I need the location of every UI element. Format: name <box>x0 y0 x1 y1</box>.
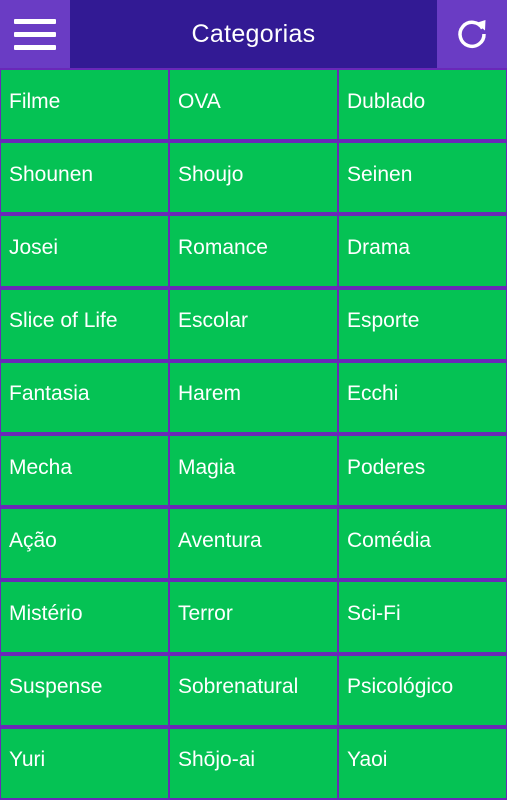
category-tile[interactable]: Terror <box>169 580 338 654</box>
category-tile[interactable]: Yaoi <box>338 726 507 800</box>
category-tile[interactable]: Romance <box>169 214 338 288</box>
category-tile[interactable]: Fantasia <box>0 360 169 434</box>
category-tile[interactable]: Poderes <box>338 433 507 508</box>
category-tile[interactable]: Slice of Life <box>0 287 169 361</box>
category-tile[interactable]: Escolar <box>169 287 338 361</box>
category-tile[interactable]: Ecchi <box>338 360 507 434</box>
category-tile[interactable]: Harem <box>169 360 338 434</box>
app-screen: Categorias Filme OVA Dublado Shounen Shoujo S… <box>0 0 507 800</box>
category-tile[interactable]: Psicológico <box>338 653 507 727</box>
category-tile[interactable]: Yuri <box>0 726 169 800</box>
category-tile[interactable]: Suspense <box>0 653 169 727</box>
category-grid: Filme OVA Dublado Shounen Shoujo Seinen Josei R… <box>0 68 507 800</box>
category-tile[interactable]: Dublado <box>338 68 507 142</box>
category-tile[interactable]: Sobrenatural <box>169 653 338 727</box>
category-tile[interactable]: Filme <box>0 68 169 142</box>
category-tile[interactable]: Mecha <box>0 433 169 508</box>
top-app-bar: Categorias <box>0 0 507 68</box>
page-title: Categorias <box>191 19 316 48</box>
category-tile[interactable]: Mistério <box>0 580 169 654</box>
hamburger-menu-icon <box>14 31 56 37</box>
category-tile[interactable]: Drama <box>338 214 507 288</box>
category-tile[interactable]: Shounen <box>0 141 169 215</box>
refresh-button[interactable] <box>437 0 507 68</box>
category-tile[interactable]: Magia <box>169 433 338 508</box>
refresh-icon <box>458 20 486 49</box>
menu-button[interactable] <box>0 0 70 68</box>
category-tile[interactable]: Sci-Fi <box>338 580 507 654</box>
category-tile[interactable]: Esporte <box>338 287 507 361</box>
category-tile[interactable]: Shōjo-ai <box>169 726 338 800</box>
category-tile[interactable]: Comédia <box>338 507 507 581</box>
category-tile[interactable]: OVA <box>169 68 338 142</box>
hamburger-menu-icon <box>14 18 56 24</box>
category-tile[interactable]: Josei <box>0 214 169 288</box>
category-tile[interactable]: Ação <box>0 507 169 581</box>
category-tile[interactable]: Aventura <box>169 507 338 581</box>
category-tile[interactable]: Shoujo <box>169 141 338 215</box>
hamburger-menu-icon <box>14 44 56 50</box>
category-tile[interactable]: Seinen <box>338 141 507 215</box>
